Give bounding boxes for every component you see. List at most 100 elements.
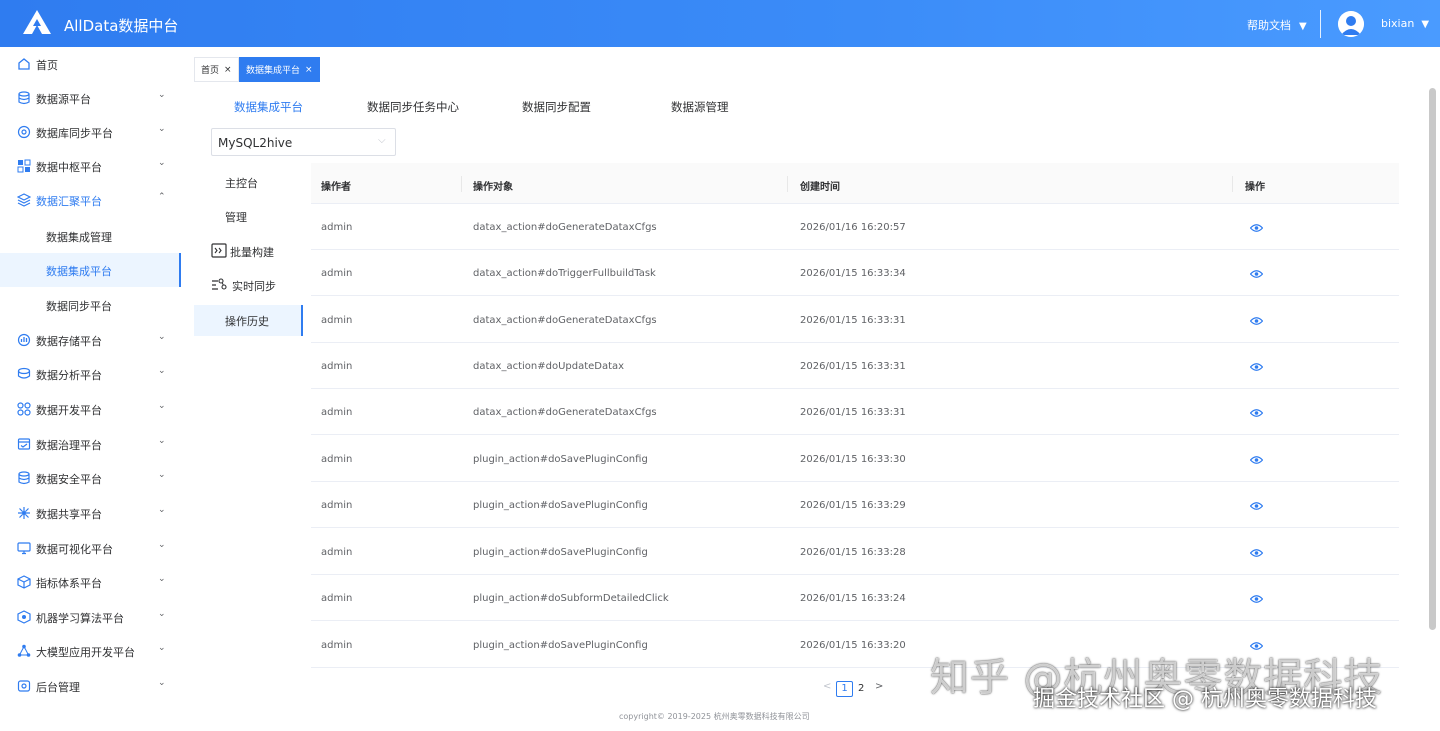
user-menu-dropdown[interactable]: bixian ▼: [1381, 17, 1429, 30]
cell-target: plugin_action#doSavePluginConfig: [473, 547, 648, 558]
table-header: 操作者 操作对象 创建时间 操作: [311, 163, 1399, 204]
sidebar-item-label: 数据集成管理: [46, 231, 112, 244]
close-icon[interactable]: ×: [224, 65, 232, 75]
pagination-page-1[interactable]: 1: [836, 681, 853, 697]
help-docs-dropdown[interactable]: 帮助文档 ▼: [1247, 17, 1307, 33]
cell-created-time: 2026/01/15 16:33:24: [800, 593, 906, 604]
sidebar-item-home[interactable]: 首页: [0, 47, 181, 81]
close-icon[interactable]: ×: [305, 65, 313, 75]
sync-icon: [17, 125, 31, 139]
cell-created-time: 2026/01/15 16:33:30: [800, 454, 906, 465]
sidebar-item-integration-platform[interactable]: 数据集成平台: [0, 253, 181, 287]
sidebar-item-sync-platform[interactable]: 数据同步平台: [0, 288, 181, 322]
tab-datasource-mgmt[interactable]: 数据源管理: [671, 99, 729, 115]
cell-target: plugin_action#doSavePluginConfig: [473, 500, 648, 511]
sidebar-item-label: 数据汇聚平台: [36, 195, 102, 208]
view-eye-icon[interactable]: [1250, 316, 1263, 326]
user-avatar[interactable]: [1338, 11, 1364, 37]
sidebar-item-metrics[interactable]: 指标体系平台 ⌄: [0, 565, 181, 599]
sidebar-item-llm-dev[interactable]: 大模型应用开发平台 ⌄: [0, 634, 181, 668]
nav-label: 操作历史: [225, 315, 269, 328]
layers-icon: [17, 193, 31, 207]
view-eye-icon[interactable]: [1250, 269, 1263, 279]
chevron-up-icon: ⌃: [158, 192, 166, 202]
table-row: admin datax_action#doGenerateDataxCfgs 2…: [311, 297, 1399, 343]
grid-icon: [17, 402, 31, 416]
sidebar-item-datasource[interactable]: 数据源平台 ⌄: [0, 81, 181, 115]
cell-operator: admin: [321, 454, 353, 465]
sidebar-item-security[interactable]: 数据安全平台 ⌄: [0, 461, 181, 495]
nav-operation-history[interactable]: 操作历史: [194, 305, 303, 336]
nav-label: 主控台: [225, 177, 258, 190]
sidebar-item-development[interactable]: 数据开发平台 ⌄: [0, 392, 181, 426]
cell-operator: admin: [321, 407, 353, 418]
column-header-action: 操作: [1245, 182, 1265, 193]
sidebar: 首页 数据源平台 ⌄ 数据库同步平台 ⌄ 数据中枢平台 ⌄ 数据汇聚平台 ⌃ 数…: [0, 47, 181, 731]
column-separator: [461, 176, 462, 192]
tab-sync-task-center[interactable]: 数据同步任务中心: [367, 99, 459, 115]
sidebar-item-governance[interactable]: 数据治理平台 ⌄: [0, 427, 181, 461]
table-row: admin datax_action#doGenerateDataxCfgs 2…: [311, 389, 1399, 435]
batch-build-icon: [211, 243, 227, 258]
sidebar-item-share[interactable]: 数据共享平台 ⌄: [0, 496, 181, 530]
pagination-prev-button[interactable]: <: [823, 681, 831, 697]
nav-manage[interactable]: 管理: [194, 201, 303, 232]
sidebar-item-storage[interactable]: 数据存储平台 ⌄: [0, 323, 181, 357]
pipeline-select-value: MySQL2hive: [218, 136, 293, 150]
view-eye-icon[interactable]: [1250, 408, 1263, 418]
sidebar-item-data-convergence[interactable]: 数据汇聚平台 ⌃: [0, 183, 181, 217]
sidebar-item-db-sync[interactable]: 数据库同步平台 ⌄: [0, 115, 181, 149]
cell-target: datax_action#doUpdateDatax: [473, 361, 625, 372]
table-row: admin plugin_action#doSavePluginConfig 2…: [311, 436, 1399, 482]
tab-sync-config[interactable]: 数据同步配置: [522, 99, 591, 115]
main-scrollbar-thumb[interactable]: [1429, 88, 1436, 630]
view-eye-icon[interactable]: [1250, 501, 1263, 511]
chevron-down-icon: ⌄: [158, 436, 166, 446]
chevron-down-icon: ⌄: [158, 643, 166, 653]
sidebar-item-visualization[interactable]: 数据可视化平台 ⌄: [0, 531, 181, 565]
cell-created-time: 2026/01/15 16:33:31: [800, 407, 906, 418]
app-title: AllData数据中台: [64, 17, 179, 35]
username-label: bixian: [1381, 17, 1415, 30]
view-eye-icon[interactable]: [1250, 362, 1263, 372]
tab-integration-platform[interactable]: 数据集成平台: [234, 99, 303, 115]
chevron-down-icon: ⌄: [158, 505, 166, 515]
pagination-next-button[interactable]: >: [875, 681, 883, 697]
table-row: admin plugin_action#doSavePluginConfig 2…: [311, 482, 1399, 528]
nav-console[interactable]: 主控台: [194, 167, 303, 198]
sidebar-item-admin[interactable]: 后台管理 ⌄: [0, 669, 181, 703]
pagination-page-2[interactable]: 2: [858, 681, 864, 697]
view-eye-icon[interactable]: [1250, 223, 1263, 233]
cell-target: datax_action#doGenerateDataxCfgs: [473, 315, 657, 326]
cell-operator: admin: [321, 500, 353, 511]
table-row: admin datax_action#doTriggerFullbuildTas…: [311, 250, 1399, 296]
sidebar-item-integration-mgmt[interactable]: 数据集成管理: [0, 219, 181, 253]
cell-operator: admin: [321, 361, 353, 372]
sidebar-item-data-hub[interactable]: 数据中枢平台 ⌄: [0, 149, 181, 183]
alldata-logo-icon[interactable]: [22, 9, 52, 35]
sidebar-item-label: 数据开发平台: [36, 404, 102, 417]
sidebar-item-label: 数据集成平台: [46, 265, 112, 278]
column-separator: [1232, 176, 1233, 192]
sidebar-item-ml[interactable]: 机器学习算法平台 ⌄: [0, 600, 181, 634]
cell-target: plugin_action#doSavePluginConfig: [473, 454, 648, 465]
nav-realtime-sync[interactable]: 实时同步: [194, 270, 303, 301]
tag-integration-platform[interactable]: 数据集成平台 ×: [239, 57, 320, 82]
pipeline-select[interactable]: MySQL2hive ⌵: [211, 128, 396, 156]
sidebar-item-label: 数据存储平台: [36, 335, 102, 348]
view-eye-icon[interactable]: [1250, 548, 1263, 558]
sidebar-item-label: 数据安全平台: [36, 473, 102, 486]
monitor-icon: [17, 542, 31, 555]
sidebar-item-label: 数据分析平台: [36, 369, 102, 382]
storage-icon: [17, 333, 31, 347]
tag-home[interactable]: 首页 ×: [194, 57, 239, 82]
view-eye-icon[interactable]: [1250, 455, 1263, 465]
tag-label: 首页: [201, 66, 220, 76]
sidebar-item-analysis[interactable]: 数据分析平台 ⌄: [0, 357, 181, 391]
view-eye-icon[interactable]: [1250, 594, 1263, 604]
help-docs-label: 帮助文档: [1247, 19, 1291, 32]
nav-batch-build[interactable]: 批量构建: [194, 236, 303, 267]
cell-target: datax_action#doTriggerFullbuildTask: [473, 268, 656, 279]
admin-icon: [17, 680, 31, 692]
column-header-operator: 操作者: [321, 182, 351, 193]
